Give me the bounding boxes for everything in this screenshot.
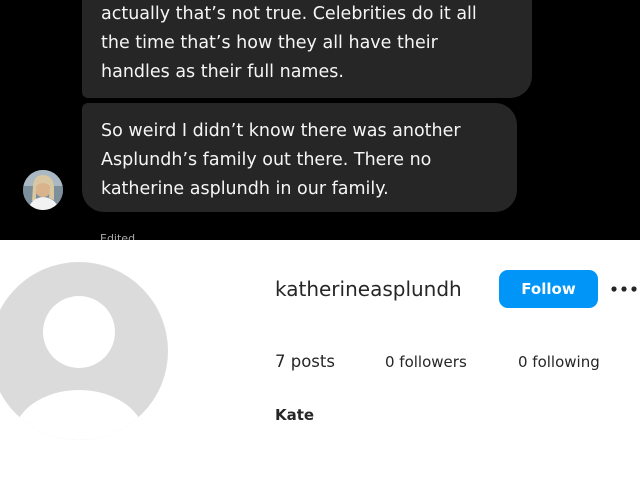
more-horizontal-icon[interactable] xyxy=(610,285,638,293)
message-text-line: Asplundh’s family out there. There no xyxy=(101,150,432,170)
message-text-line: the time that’s how they all have their xyxy=(101,33,438,53)
profile-header: katherineasplundh Follow 7 posts 0 follo… xyxy=(0,240,640,480)
message-thread: actually that’s not true. Celebrities do… xyxy=(0,0,640,240)
message-text-line: katherine asplundh in our family. xyxy=(101,179,389,199)
message-bubble[interactable]: actually that’s not true. Celebrities do… xyxy=(82,0,532,98)
message-text-line: handles as their full names. xyxy=(101,62,344,82)
profile-username: katherineasplundh xyxy=(275,277,462,301)
edited-label: Edited xyxy=(100,232,136,240)
posts-count[interactable]: 7 posts xyxy=(275,351,335,373)
message-bubble[interactable]: So weird I didn’t know there was another… xyxy=(82,103,517,212)
message-text-line: actually that’s not true. Celebrities do… xyxy=(101,4,477,24)
follow-button[interactable]: Follow xyxy=(499,270,598,308)
followers-count[interactable]: 0 followers xyxy=(385,351,467,373)
sender-avatar[interactable] xyxy=(23,170,63,210)
following-count[interactable]: 0 following xyxy=(518,351,600,373)
profile-avatar-placeholder[interactable] xyxy=(0,260,170,442)
message-text-line: So weird I didn’t know there was another xyxy=(101,121,461,141)
profile-full-name: Kate xyxy=(275,406,315,424)
